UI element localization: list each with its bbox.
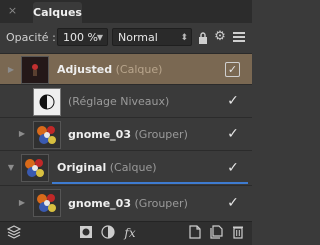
- layer-thumbnail: [33, 121, 61, 149]
- layer-type: (Réglage Niveaux): [68, 95, 170, 108]
- blend-mode-value: Normal: [118, 31, 158, 44]
- visibility-checkbox[interactable]: ✓: [226, 161, 240, 175]
- gear-icon[interactable]: ⚙: [212, 28, 228, 46]
- levels-adjustment-icon: [33, 88, 61, 116]
- delete-icon[interactable]: [230, 225, 246, 241]
- layer-name: Adjusted: [57, 63, 113, 76]
- panel-close-button[interactable]: ×: [5, 3, 20, 19]
- layer-name: gnome_03: [68, 128, 131, 141]
- layer-type: (Calque): [109, 161, 157, 174]
- visibility-checkbox[interactable]: ✓: [226, 94, 240, 108]
- layer-row-gnome-03-child[interactable]: ▶ gnome_03 (Grouper) ✓: [0, 186, 252, 220]
- visibility-checkbox[interactable]: ✓: [226, 196, 240, 210]
- menu-lines-icon[interactable]: [231, 28, 247, 46]
- layers-stack-icon[interactable]: [6, 225, 22, 241]
- blend-mode-select[interactable]: Normal ⬍: [112, 28, 192, 46]
- panel-tab-bar: × Calques: [0, 0, 252, 23]
- visibility-checkbox[interactable]: ✓: [225, 62, 240, 77]
- layer-name: Original: [57, 161, 107, 174]
- fx-icon[interactable]: fx: [122, 225, 138, 241]
- opacity-field[interactable]: 100 % ▼: [57, 28, 108, 46]
- opacity-label: Opacité :: [6, 31, 56, 44]
- layer-row-gnome-03[interactable]: ▶ gnome_03 (Grouper) ✓: [0, 118, 252, 151]
- mask-icon[interactable]: [78, 225, 94, 241]
- layer-row-levels-adjustment[interactable]: (Réglage Niveaux) ✓: [0, 85, 252, 118]
- tab-calques[interactable]: Calques: [33, 2, 82, 23]
- layer-row-adjusted[interactable]: ▶ Adjusted (Calque) ✓: [0, 54, 252, 85]
- expand-arrow-icon[interactable]: ▶: [6, 65, 16, 75]
- layers-bottom-bar: fx: [0, 221, 252, 245]
- layer-thumbnail: [21, 56, 49, 84]
- expand-arrow-icon[interactable]: ▶: [17, 129, 27, 139]
- layers-list: ▶ Adjusted (Calque) ✓ (Réglage Niveaux) …: [0, 54, 252, 220]
- opacity-dropdown-icon[interactable]: ▼: [97, 29, 103, 47]
- drop-indicator-line: [52, 182, 248, 184]
- opacity-value: 100 %: [63, 31, 98, 44]
- expand-arrow-icon[interactable]: ▶: [17, 198, 27, 208]
- layer-type: (Grouper): [134, 197, 188, 210]
- layers-toolbar: Opacité : 100 % ▼ Normal ⬍ ⚙: [0, 23, 252, 54]
- visibility-checkbox[interactable]: ✓: [226, 127, 240, 141]
- lock-icon[interactable]: [196, 28, 210, 46]
- layer-thumbnail: [33, 189, 61, 217]
- layer-row-original[interactable]: ▼ Original (Calque) ✓: [0, 151, 252, 186]
- chevron-updown-icon: ⬍: [180, 33, 188, 43]
- layer-type: (Grouper): [134, 128, 188, 141]
- add-layer-icon[interactable]: [187, 225, 203, 241]
- layer-thumbnail: [21, 154, 49, 182]
- group-icon[interactable]: [209, 225, 225, 241]
- layer-name: gnome_03: [68, 197, 131, 210]
- layer-type: (Calque): [115, 63, 163, 76]
- collapse-arrow-icon[interactable]: ▼: [6, 163, 16, 173]
- adjustment-icon[interactable]: [100, 225, 116, 241]
